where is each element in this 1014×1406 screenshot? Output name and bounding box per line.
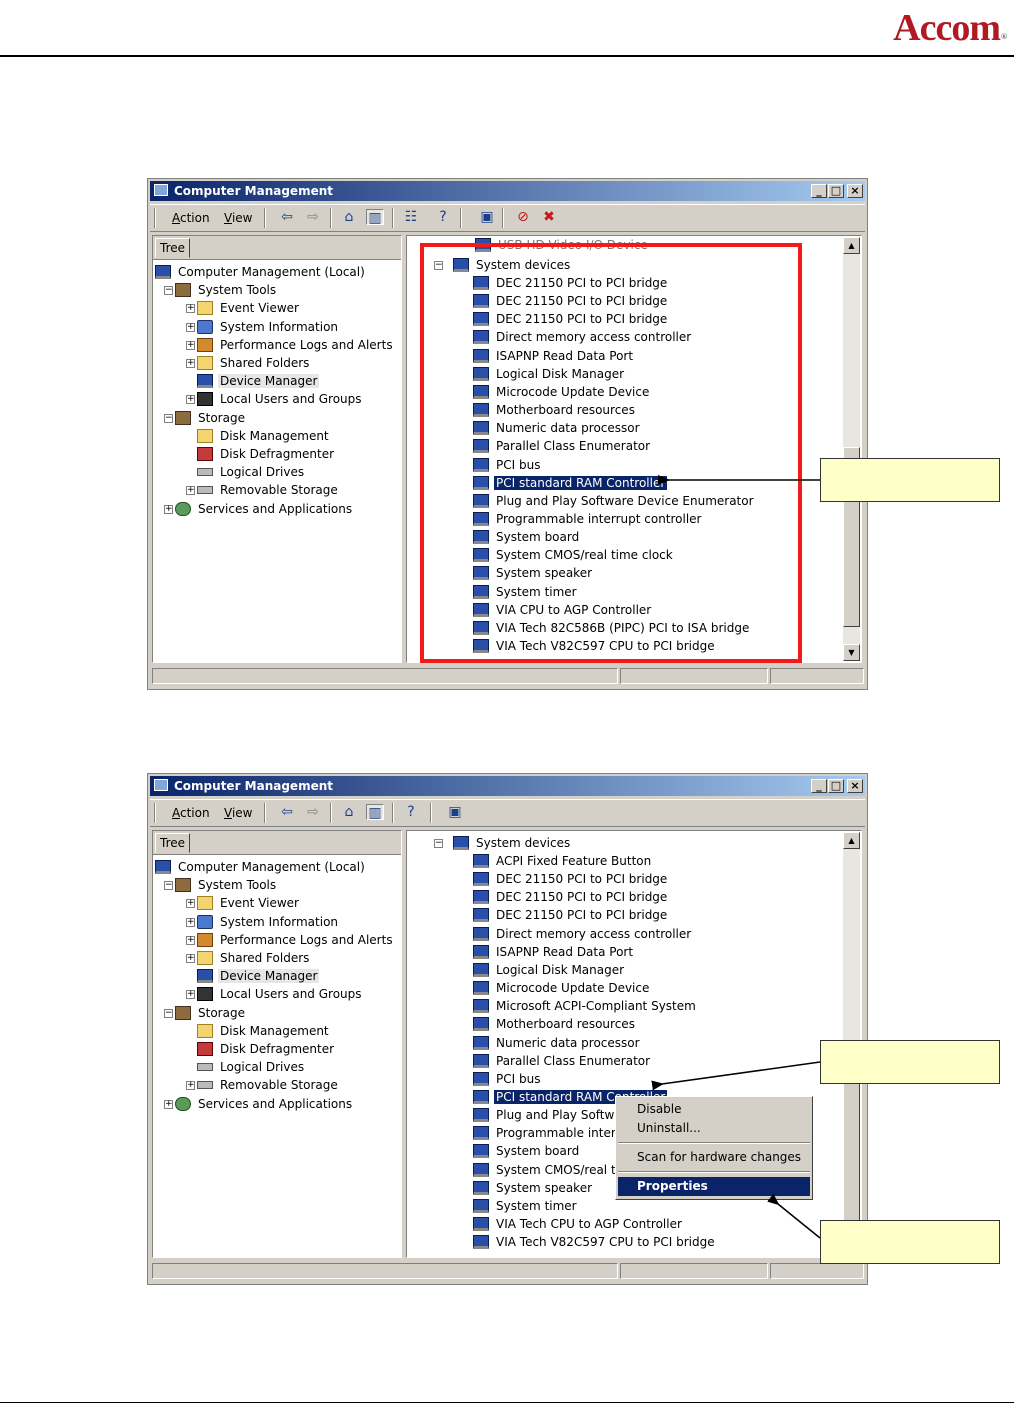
- arrow-to-properties: [767, 1193, 821, 1239]
- footer-rule: [0, 1402, 1014, 1403]
- annotation-arrows: [651, 475, 821, 1239]
- arrow-to-pci-ram-controller-2: [651, 1061, 821, 1091]
